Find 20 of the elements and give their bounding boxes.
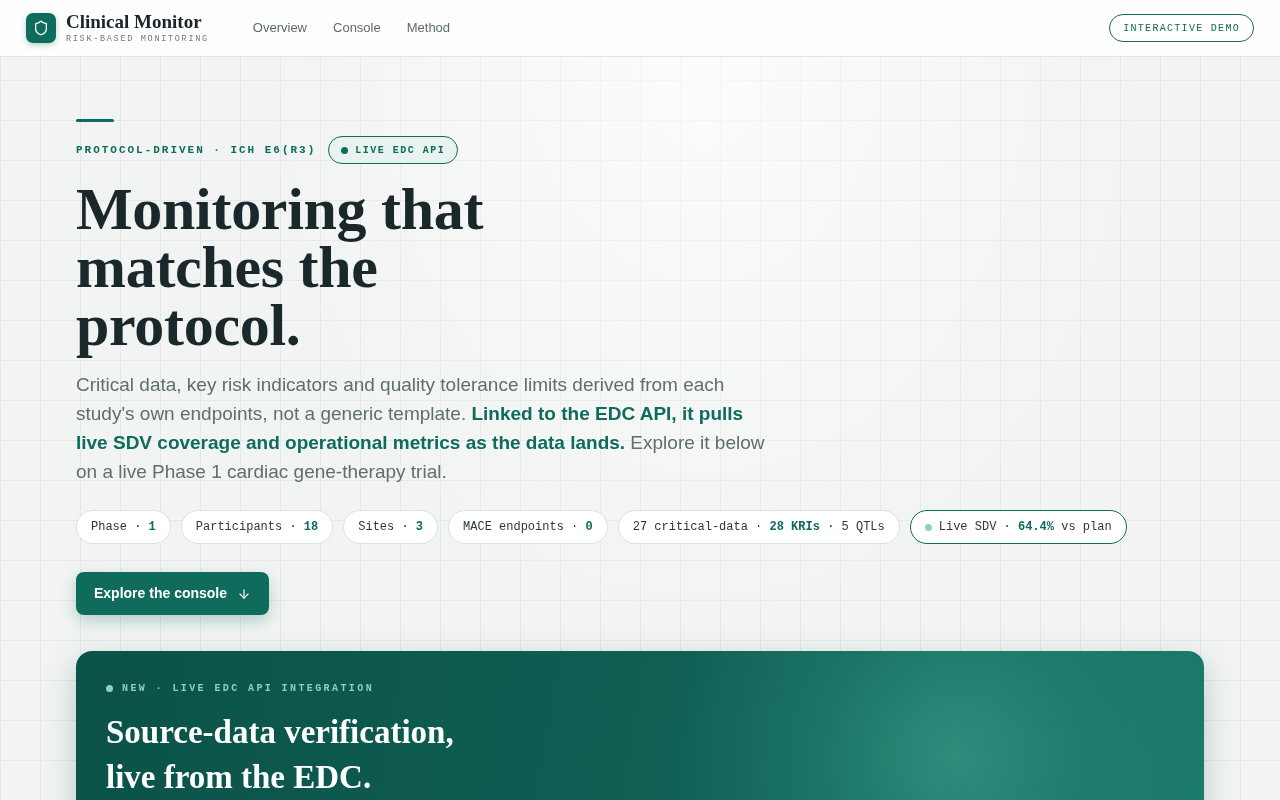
- chip-text: MACE endpoints · 0: [463, 519, 593, 536]
- chip-text: Participants · 18: [195, 519, 319, 536]
- hero-description: Critical data, key risk indicators and quality tolerance limits derived from each study's own endpoints, not a generic template. Linked to the EDC API, it pulls live SDV coverage and operational metrics as the data lands. Explore it below on a live Phase 1 cardiac gene-therapy trial.: [76, 373, 766, 484]
- eyebrow-label: PROTOCOL-DRIVEN · ICH E6(R3): [76, 142, 317, 158]
- badge-label: LIVE EDC API: [355, 143, 446, 158]
- chip-text: Live SDV · 64.4% vs plan: [938, 519, 1112, 536]
- chip-text: 27 critical-data · 28 KRIs · 5 QTLs: [632, 519, 885, 536]
- brand-title: Clinical Monitor: [66, 11, 203, 32]
- nav-link[interactable]: Method: [406, 18, 451, 38]
- feature-heading: Source-data verification, live from the EDC.: [106, 713, 455, 797]
- shield-logo-icon: [26, 13, 56, 43]
- interactive-demo-button[interactable]: INTERACTIVE DEMO: [1109, 14, 1254, 42]
- accent-rule: [76, 119, 114, 122]
- explore-console-button[interactable]: Explore the console: [76, 572, 270, 615]
- nav-link[interactable]: Overview: [252, 18, 307, 38]
- chip-text: Sites · 3: [358, 519, 424, 536]
- chip-text: Phase · 1: [91, 519, 156, 536]
- brand-subtitle: RISK-BASED MONITORING: [66, 32, 209, 45]
- feature-eyebrow: NEW · LIVE EDC API INTEGRATION: [122, 682, 375, 696]
- nav-link[interactable]: Console: [333, 18, 381, 38]
